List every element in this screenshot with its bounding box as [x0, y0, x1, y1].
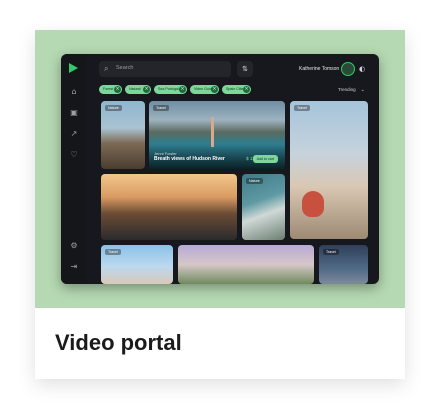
tile-tag: Travel: [323, 249, 339, 255]
chip-spain-cities[interactable]: Spain Cities ×: [222, 85, 251, 94]
chip-forest[interactable]: Forest ×: [99, 85, 122, 94]
tile-tag: Nature: [105, 105, 122, 111]
close-icon[interactable]: ×: [243, 86, 250, 93]
tile-tag: Nature: [246, 178, 263, 184]
hero-preview: ⌂ ▣ ↗ ♡ ⚙ ⇥ ⌕ Search ⇅ Katherine Tomson …: [35, 30, 405, 308]
search-placeholder: Search: [116, 65, 134, 71]
search-input[interactable]: ⌕ Search: [99, 61, 231, 77]
card-caption: Video portal: [35, 308, 405, 379]
video-tile[interactable]: Nature: [101, 101, 145, 169]
video-tile[interactable]: Travel: [319, 245, 368, 284]
video-tile[interactable]: Travel: [290, 101, 368, 239]
close-icon[interactable]: ×: [143, 86, 150, 93]
app-window: ⌂ ▣ ↗ ♡ ⚙ ⇥ ⌕ Search ⇅ Katherine Tomson …: [61, 54, 379, 284]
card-title: Video portal: [55, 330, 182, 355]
video-tile[interactable]: Nature: [242, 174, 285, 240]
filter-button[interactable]: ⇅: [237, 61, 253, 77]
share-icon[interactable]: ↗: [69, 129, 79, 139]
featured-tag: Travel: [153, 105, 169, 111]
person-figure: [211, 117, 214, 147]
featured-title: Breath views of Hudson River: [154, 156, 225, 162]
sliders-icon: ⇅: [242, 65, 248, 73]
close-icon[interactable]: ×: [211, 86, 218, 93]
sort-dropdown[interactable]: Trending ⌄: [338, 87, 365, 93]
tile-tag: Travel: [294, 105, 310, 111]
video-tile: [178, 245, 314, 284]
close-icon[interactable]: ×: [114, 86, 121, 93]
play-logo-icon: [69, 63, 78, 73]
home-icon[interactable]: ⌂: [69, 87, 79, 97]
chip-label: Natural: [129, 87, 141, 91]
close-icon[interactable]: ×: [179, 86, 186, 93]
portfolio-card[interactable]: ⌂ ▣ ↗ ♡ ⚙ ⇥ ⌕ Search ⇅ Katherine Tomson …: [35, 30, 405, 379]
tile-tag: Travel: [105, 249, 121, 255]
chip-video-guide[interactable]: Video Guide ×: [190, 85, 219, 94]
chip-label: Forest: [103, 87, 114, 91]
sort-label: Trending: [338, 87, 356, 92]
heart-icon[interactable]: ♡: [69, 150, 79, 160]
video-tile: [101, 174, 237, 240]
video-tile[interactable]: Travel: [101, 245, 173, 284]
settings-icon[interactable]: ⚙: [69, 241, 79, 251]
chip-sea-portugal[interactable]: Sea Portugal ×: [154, 85, 187, 94]
avatar[interactable]: [341, 62, 355, 76]
theme-toggle-icon[interactable]: ◐: [359, 65, 365, 73]
sidebar-rail: ⌂ ▣ ↗ ♡ ⚙ ⇥: [61, 54, 87, 284]
user-name: Katherine Tomson: [299, 66, 340, 72]
search-icon: ⌕: [104, 64, 109, 73]
chevron-down-icon: ⌄: [360, 87, 365, 93]
chip-label: Sea Portugal: [158, 87, 179, 91]
logout-icon[interactable]: ⇥: [69, 262, 79, 272]
chip-natural[interactable]: Natural ×: [125, 85, 151, 94]
featured-video[interactable]: Travel Jenni Fowler Breath views of Huds…: [149, 101, 285, 169]
balloon-shape: [302, 191, 324, 217]
calendar-icon[interactable]: ▣: [69, 108, 79, 118]
add-to-cart-button[interactable]: Add to cart: [252, 155, 278, 163]
